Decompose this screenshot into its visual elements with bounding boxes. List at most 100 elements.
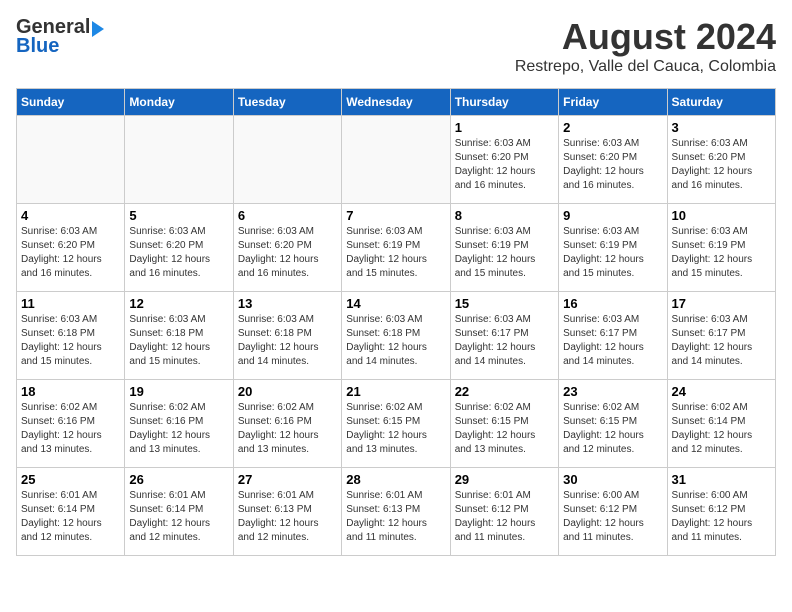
day-info-text: Sunrise: 6:03 AM Sunset: 6:19 PM Dayligh… xyxy=(672,225,771,281)
day-info-text: Sunrise: 6:02 AM Sunset: 6:16 PM Dayligh… xyxy=(238,401,337,457)
calendar-day-cell: 20 Sunrise: 6:02 AM Sunset: 6:16 PM Dayli… xyxy=(233,380,341,468)
calendar-day-cell: 12 Sunrise: 6:03 AM Sunset: 6:18 PM Dayli… xyxy=(125,292,233,380)
title-area: August 2024 Restrepo, Valle del Cauca, C… xyxy=(515,16,776,76)
day-number: 27 xyxy=(238,472,337,487)
day-info-text: Sunrise: 6:03 AM Sunset: 6:20 PM Dayligh… xyxy=(563,137,662,193)
page-header: General Blue August 2024 Restrepo, Valle… xyxy=(16,16,776,76)
day-number: 4 xyxy=(21,208,120,223)
day-info-text: Sunrise: 6:01 AM Sunset: 6:13 PM Dayligh… xyxy=(238,489,337,545)
day-number: 17 xyxy=(672,296,771,311)
day-info-text: Sunrise: 6:03 AM Sunset: 6:17 PM Dayligh… xyxy=(455,313,554,369)
calendar-day-cell: 14 Sunrise: 6:03 AM Sunset: 6:18 PM Dayli… xyxy=(342,292,450,380)
day-number: 28 xyxy=(346,472,445,487)
calendar-day-cell: 25 Sunrise: 6:01 AM Sunset: 6:14 PM Dayli… xyxy=(17,468,125,556)
logo-blue-text: Blue xyxy=(16,35,59,58)
day-number: 26 xyxy=(129,472,228,487)
calendar-week-row: 1 Sunrise: 6:03 AM Sunset: 6:20 PM Daylig… xyxy=(17,116,776,204)
calendar-day-cell xyxy=(342,116,450,204)
day-info-text: Sunrise: 6:03 AM Sunset: 6:17 PM Dayligh… xyxy=(563,313,662,369)
day-number: 18 xyxy=(21,384,120,399)
calendar-week-row: 11 Sunrise: 6:03 AM Sunset: 6:18 PM Dayli… xyxy=(17,292,776,380)
day-number: 11 xyxy=(21,296,120,311)
day-info-text: Sunrise: 6:02 AM Sunset: 6:15 PM Dayligh… xyxy=(346,401,445,457)
day-info-text: Sunrise: 6:00 AM Sunset: 6:12 PM Dayligh… xyxy=(672,489,771,545)
day-info-text: Sunrise: 6:02 AM Sunset: 6:16 PM Dayligh… xyxy=(129,401,228,457)
calendar-week-row: 4 Sunrise: 6:03 AM Sunset: 6:20 PM Daylig… xyxy=(17,204,776,292)
day-number: 25 xyxy=(21,472,120,487)
calendar-day-cell: 10Sunrise: 6:03 AM Sunset: 6:19 PM Dayli… xyxy=(667,204,775,292)
calendar-day-cell: 9 Sunrise: 6:03 AM Sunset: 6:19 PM Daylig… xyxy=(559,204,667,292)
calendar-day-cell: 6 Sunrise: 6:03 AM Sunset: 6:20 PM Daylig… xyxy=(233,204,341,292)
calendar-day-cell: 5Sunrise: 6:03 AM Sunset: 6:20 PM Daylig… xyxy=(125,204,233,292)
day-info-text: Sunrise: 6:03 AM Sunset: 6:19 PM Dayligh… xyxy=(563,225,662,281)
location-subtitle: Restrepo, Valle del Cauca, Colombia xyxy=(515,58,776,76)
day-number: 3 xyxy=(672,120,771,135)
calendar-day-cell: 3 Sunrise: 6:03 AM Sunset: 6:20 PM Daylig… xyxy=(667,116,775,204)
day-info-text: Sunrise: 6:03 AM Sunset: 6:20 PM Dayligh… xyxy=(455,137,554,193)
logo: General Blue xyxy=(16,16,104,58)
day-info-text: Sunrise: 6:03 AM Sunset: 6:20 PM Dayligh… xyxy=(672,137,771,193)
calendar-week-row: 18 Sunrise: 6:02 AM Sunset: 6:16 PM Dayli… xyxy=(17,380,776,468)
day-of-week-header: Tuesday xyxy=(233,89,341,116)
calendar-day-cell: 31 Sunrise: 6:00 AM Sunset: 6:12 PM Dayli… xyxy=(667,468,775,556)
calendar-day-cell: 8 Sunrise: 6:03 AM Sunset: 6:19 PM Daylig… xyxy=(450,204,558,292)
day-number: 19 xyxy=(129,384,228,399)
month-year-title: August 2024 xyxy=(515,16,776,58)
calendar-day-cell: 4 Sunrise: 6:03 AM Sunset: 6:20 PM Daylig… xyxy=(17,204,125,292)
calendar-day-cell: 30Sunrise: 6:00 AM Sunset: 6:12 PM Dayli… xyxy=(559,468,667,556)
day-info-text: Sunrise: 6:03 AM Sunset: 6:17 PM Dayligh… xyxy=(672,313,771,369)
calendar-day-cell: 19 Sunrise: 6:02 AM Sunset: 6:16 PM Dayli… xyxy=(125,380,233,468)
day-number: 23 xyxy=(563,384,662,399)
day-number: 20 xyxy=(238,384,337,399)
day-info-text: Sunrise: 6:03 AM Sunset: 6:18 PM Dayligh… xyxy=(346,313,445,369)
calendar-day-cell: 16 Sunrise: 6:03 AM Sunset: 6:17 PM Dayli… xyxy=(559,292,667,380)
day-info-text: Sunrise: 6:03 AM Sunset: 6:18 PM Dayligh… xyxy=(129,313,228,369)
day-info-text: Sunrise: 6:03 AM Sunset: 6:20 PM Dayligh… xyxy=(129,225,228,281)
day-info-text: Sunrise: 6:03 AM Sunset: 6:20 PM Dayligh… xyxy=(21,225,120,281)
day-info-text: Sunrise: 6:02 AM Sunset: 6:14 PM Dayligh… xyxy=(672,401,771,457)
day-of-week-header: Sunday xyxy=(17,89,125,116)
day-info-text: Sunrise: 6:03 AM Sunset: 6:19 PM Dayligh… xyxy=(455,225,554,281)
calendar-week-row: 25 Sunrise: 6:01 AM Sunset: 6:14 PM Dayli… xyxy=(17,468,776,556)
day-info-text: Sunrise: 6:01 AM Sunset: 6:14 PM Dayligh… xyxy=(21,489,120,545)
day-number: 24 xyxy=(672,384,771,399)
day-info-text: Sunrise: 6:03 AM Sunset: 6:18 PM Dayligh… xyxy=(238,313,337,369)
calendar-day-cell: 23 Sunrise: 6:02 AM Sunset: 6:15 PM Dayli… xyxy=(559,380,667,468)
day-info-text: Sunrise: 6:01 AM Sunset: 6:12 PM Dayligh… xyxy=(455,489,554,545)
day-number: 14 xyxy=(346,296,445,311)
day-info-text: Sunrise: 6:02 AM Sunset: 6:15 PM Dayligh… xyxy=(563,401,662,457)
day-number: 31 xyxy=(672,472,771,487)
day-number: 1 xyxy=(455,120,554,135)
day-info-text: Sunrise: 6:01 AM Sunset: 6:14 PM Dayligh… xyxy=(129,489,228,545)
day-of-week-header: Friday xyxy=(559,89,667,116)
calendar-table: SundayMondayTuesdayWednesdayThursdayFrid… xyxy=(16,88,776,556)
calendar-day-cell: 18 Sunrise: 6:02 AM Sunset: 6:16 PM Dayli… xyxy=(17,380,125,468)
day-number: 12 xyxy=(129,296,228,311)
day-number: 15 xyxy=(455,296,554,311)
day-number: 16 xyxy=(563,296,662,311)
day-info-text: Sunrise: 6:02 AM Sunset: 6:16 PM Dayligh… xyxy=(21,401,120,457)
calendar-day-cell: 15 Sunrise: 6:03 AM Sunset: 6:17 PM Dayli… xyxy=(450,292,558,380)
day-number: 6 xyxy=(238,208,337,223)
day-info-text: Sunrise: 6:00 AM Sunset: 6:12 PM Dayligh… xyxy=(563,489,662,545)
day-number: 7 xyxy=(346,208,445,223)
calendar-day-cell: 2 Sunrise: 6:03 AM Sunset: 6:20 PM Daylig… xyxy=(559,116,667,204)
day-of-week-header: Thursday xyxy=(450,89,558,116)
day-number: 21 xyxy=(346,384,445,399)
calendar-day-cell: 1 Sunrise: 6:03 AM Sunset: 6:20 PM Daylig… xyxy=(450,116,558,204)
calendar-header-row: SundayMondayTuesdayWednesdayThursdayFrid… xyxy=(17,89,776,116)
calendar-day-cell: 13 Sunrise: 6:03 AM Sunset: 6:18 PM Dayli… xyxy=(233,292,341,380)
calendar-day-cell xyxy=(233,116,341,204)
calendar-day-cell: 29Sunrise: 6:01 AM Sunset: 6:12 PM Dayli… xyxy=(450,468,558,556)
day-number: 13 xyxy=(238,296,337,311)
day-number: 2 xyxy=(563,120,662,135)
calendar-day-cell: 28 Sunrise: 6:01 AM Sunset: 6:13 PM Dayli… xyxy=(342,468,450,556)
day-number: 8 xyxy=(455,208,554,223)
day-info-text: Sunrise: 6:03 AM Sunset: 6:20 PM Dayligh… xyxy=(238,225,337,281)
calendar-day-cell: 27 Sunrise: 6:01 AM Sunset: 6:13 PM Dayli… xyxy=(233,468,341,556)
calendar-day-cell: 21 Sunrise: 6:02 AM Sunset: 6:15 PM Dayli… xyxy=(342,380,450,468)
day-of-week-header: Monday xyxy=(125,89,233,116)
day-info-text: Sunrise: 6:01 AM Sunset: 6:13 PM Dayligh… xyxy=(346,489,445,545)
day-number: 9 xyxy=(563,208,662,223)
calendar-day-cell: 17 Sunrise: 6:03 AM Sunset: 6:17 PM Dayli… xyxy=(667,292,775,380)
